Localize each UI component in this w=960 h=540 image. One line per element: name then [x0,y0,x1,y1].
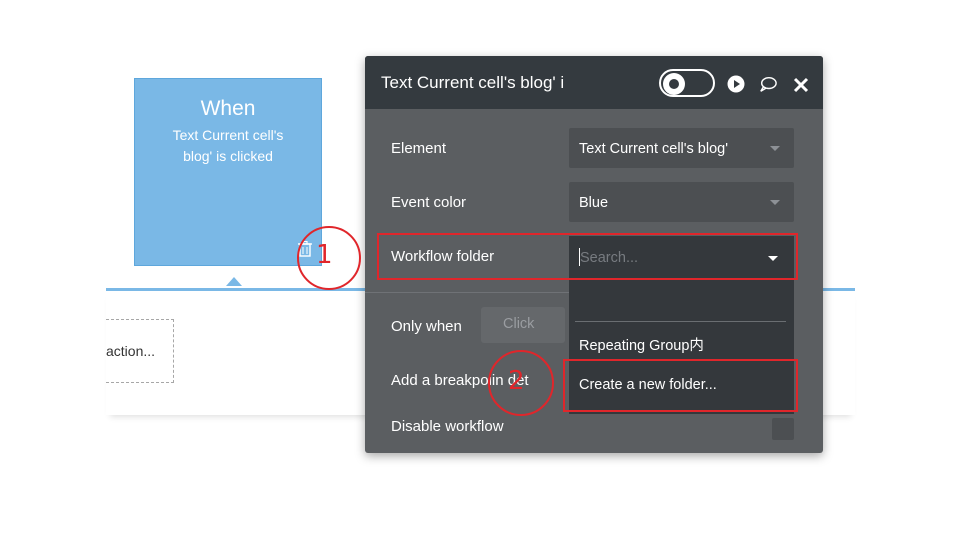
element-dropdown[interactable]: Text Current cell's blog' [569,128,794,168]
event-color-value: Blue [579,195,609,211]
event-color-dropdown[interactable]: Blue [569,182,794,222]
add-action-label: action... [106,343,156,359]
dropdown-divider [575,321,786,322]
debug-toggle-icon[interactable] [659,69,715,97]
only-when-placeholder: Click [503,316,535,332]
property-editor-title: Text Current cell's blog' i [381,73,565,92]
element-label: Element [391,140,447,157]
annotation-number-1: 1 [316,240,333,270]
comment-icon[interactable] [759,75,777,93]
only-when-condition-input[interactable]: Click [481,307,565,343]
close-icon[interactable] [793,77,809,93]
event-card-pointer [226,277,242,286]
annotation-box-workflow-folder [377,233,798,280]
disable-workflow-checkbox[interactable] [772,418,794,440]
only-when-label: Only when [391,318,462,335]
event-card[interactable]: When Text Current cell's blog' is clicke… [134,78,322,266]
property-editor-header: Text Current cell's blog' i [365,56,823,109]
play-icon[interactable] [727,75,745,93]
disable-workflow-label: Disable workflow [391,418,504,435]
chevron-down-icon [770,200,780,205]
chevron-down-icon [770,146,780,151]
section-divider [365,292,569,293]
folder-option-repeating-group[interactable]: Repeating Group内 [579,334,704,355]
event-card-description: Text Current cell's blog' is clicked [172,127,284,164]
event-card-title: When [200,97,256,120]
annotation-box-create-folder [563,359,798,412]
add-action-box[interactable]: action... [106,319,174,383]
annotation-number-2: 2 [508,366,525,396]
element-dropdown-value: Text Current cell's blog' [579,141,728,157]
event-color-label: Event color [391,194,467,211]
